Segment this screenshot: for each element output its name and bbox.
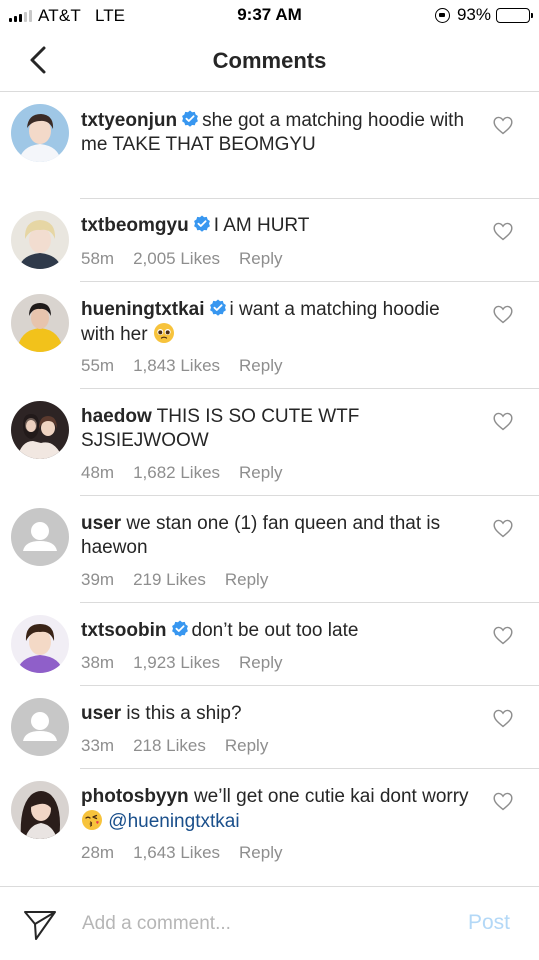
- comment-message: we’ll get one cutie kai dont worry: [193, 786, 469, 807]
- comment-message: I AM HURT: [213, 215, 310, 236]
- battery-icon: [496, 7, 533, 23]
- comment-username[interactable]: haedow: [81, 406, 152, 427]
- comment-likes[interactable]: 219 Likes: [133, 570, 206, 590]
- avatar[interactable]: [11, 104, 69, 162]
- status-bar: AT&T LTE 9:37 AM 93%: [0, 0, 539, 30]
- comment-username[interactable]: txtyeonjun: [81, 110, 177, 131]
- comment-item: user we stan one (1) fan queen and that …: [0, 496, 539, 603]
- like-heart-icon[interactable]: [492, 708, 514, 728]
- comment-time: 55m: [81, 356, 115, 375]
- mention-link[interactable]: @hueningtxtkai: [108, 811, 239, 832]
- header: Comments: [0, 30, 539, 92]
- comment-item: photosbyyn we’ll get one cutie kai dont …: [0, 769, 539, 886]
- avatar[interactable]: [11, 698, 69, 756]
- avatar[interactable]: [11, 508, 69, 566]
- comment-username[interactable]: photosbyyn: [81, 786, 189, 807]
- comment-username[interactable]: txtsoobin: [81, 620, 167, 641]
- avatar-image: [11, 294, 69, 352]
- like-heart-icon[interactable]: [492, 221, 514, 241]
- avatar-image: [11, 104, 69, 162]
- comment-username[interactable]: user: [81, 513, 121, 534]
- comment-message: is this a ship?: [126, 703, 242, 724]
- verified-badge-icon: [171, 620, 188, 637]
- orientation-lock-icon: [434, 7, 450, 23]
- comment-username[interactable]: hueningtxtkai: [81, 299, 205, 320]
- like-heart-icon[interactable]: [492, 791, 514, 811]
- comment-meta: 55m 1,843 Likes Reply: [81, 356, 283, 376]
- default-avatar-icon: [11, 508, 69, 566]
- comment-time: 28m: [81, 843, 115, 862]
- avatar-image: [11, 781, 69, 839]
- reply-button[interactable]: Reply: [239, 356, 282, 376]
- comment-meta: 48m 1,682 Likes Reply: [81, 463, 283, 483]
- comment-username[interactable]: user: [81, 703, 121, 724]
- comment-time: 48m: [81, 463, 115, 482]
- comment-meta: 58m 2,005 Likes Reply: [81, 249, 283, 269]
- comment-meta: 38m 1,923 Likes Reply: [81, 653, 283, 673]
- page-title: Comments: [212, 48, 327, 73]
- avatar-image: [11, 211, 69, 269]
- avatar-image: [11, 401, 69, 459]
- avatar-image: [11, 615, 69, 673]
- comment-text: user we stan one (1) fan queen and that …: [81, 512, 475, 560]
- comment-text: txtsoobin don’t be out too late: [81, 619, 475, 643]
- like-heart-icon[interactable]: [492, 115, 514, 135]
- comment-item: user is this a ship? 33m 218 Likes Reply: [0, 686, 539, 769]
- comment-item: txtbeomgyu I AM HURT 58m 2,005 Likes Repl…: [0, 199, 539, 282]
- comment-text: txtbeomgyu I AM HURT: [81, 214, 475, 238]
- avatar[interactable]: [11, 294, 69, 352]
- comment-message: we stan one (1) fan queen and that is ha…: [81, 513, 441, 558]
- comment-item: txtyeonjun she got a matching hoodie with…: [0, 92, 539, 199]
- comment-text: photosbyyn we’ll get one cutie kai dont …: [81, 785, 475, 834]
- reply-button[interactable]: Reply: [239, 843, 282, 863]
- comment-time: 58m: [81, 249, 115, 268]
- status-right: 93%: [434, 5, 533, 25]
- like-heart-icon[interactable]: [492, 625, 514, 645]
- comment-time: 39m: [81, 570, 115, 589]
- like-heart-icon[interactable]: [492, 411, 514, 431]
- reply-button[interactable]: Reply: [225, 736, 268, 756]
- verified-badge-icon: [209, 299, 226, 316]
- comment-likes[interactable]: 1,923 Likes: [133, 653, 220, 673]
- reply-button[interactable]: Reply: [239, 249, 282, 269]
- post-button[interactable]: Post: [468, 911, 510, 935]
- comment-item: txtsoobin don’t be out too late 38m 1,923…: [0, 603, 539, 686]
- comment-text: user is this a ship?: [81, 702, 475, 726]
- comment-text: hueningtxtkai i want a matching hoodie wi…: [81, 298, 475, 347]
- comment-input[interactable]: [82, 909, 452, 939]
- comment-likes[interactable]: 1,643 Likes: [133, 843, 220, 863]
- battery-percent: 93%: [456, 5, 491, 24]
- reply-button[interactable]: Reply: [225, 570, 268, 590]
- reply-button[interactable]: Reply: [239, 463, 282, 483]
- comment-text: txtyeonjun she got a matching hoodie with…: [81, 109, 475, 157]
- avatar[interactable]: [11, 401, 69, 459]
- comment-meta: 39m 219 Likes Reply: [81, 570, 268, 590]
- comment-composer: Post: [0, 886, 539, 960]
- comment-meta: 28m 1,643 Likes Reply: [81, 843, 283, 863]
- like-heart-icon[interactable]: [492, 304, 514, 324]
- direct-send-icon[interactable]: [22, 908, 58, 942]
- reply-button[interactable]: Reply: [239, 653, 282, 673]
- pleading-face-emoji: [153, 323, 174, 343]
- avatar[interactable]: [11, 781, 69, 839]
- comment-meta: 33m 218 Likes Reply: [81, 736, 268, 756]
- comment-likes[interactable]: 1,682 Likes: [133, 463, 220, 483]
- comment-message: don’t be out too late: [191, 620, 359, 641]
- avatar[interactable]: [11, 211, 69, 269]
- avatar[interactable]: [11, 615, 69, 673]
- verified-badge-icon: [182, 110, 198, 127]
- comment-time: 38m: [81, 653, 115, 672]
- comment-item: hueningtxtkai i want a matching hoodie wi…: [0, 282, 539, 389]
- like-heart-icon[interactable]: [492, 518, 514, 538]
- verified-badge-icon: [193, 215, 210, 232]
- comment-time: 33m: [81, 736, 115, 755]
- comment-likes[interactable]: 1,843 Likes: [133, 356, 220, 376]
- kissing-heart-emoji: [82, 810, 102, 830]
- comment-username[interactable]: txtbeomgyu: [81, 215, 189, 236]
- comment-text: haedow THIS IS SO CUTE WTF SJSIEJWOOW: [81, 405, 475, 453]
- comment-likes[interactable]: 218 Likes: [133, 736, 206, 756]
- comment-item: haedow THIS IS SO CUTE WTF SJSIEJWOOW 48…: [0, 389, 539, 496]
- comment-likes[interactable]: 2,005 Likes: [133, 249, 220, 269]
- default-avatar-icon: [11, 698, 69, 756]
